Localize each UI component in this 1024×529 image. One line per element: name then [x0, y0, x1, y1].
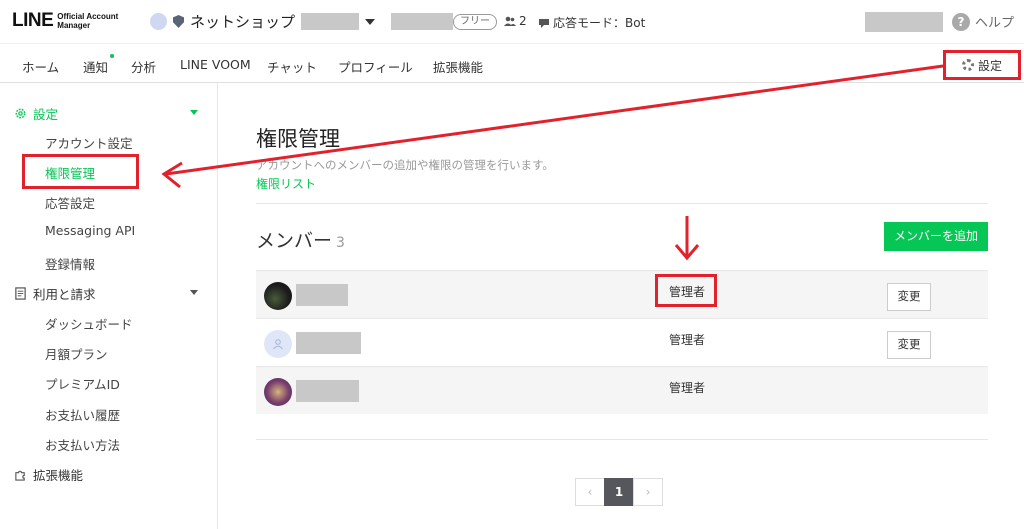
change-role-button[interactable]: 変更 [887, 331, 931, 359]
top-bar: LINE Official Account Manager ネットショップ フリ… [0, 0, 1024, 44]
user-icon [273, 339, 283, 350]
help-label: ヘルプ [975, 16, 1015, 31]
divider [256, 439, 988, 440]
change-role-button[interactable]: 変更 [887, 283, 931, 311]
redacted-account-id [391, 13, 454, 30]
nav-notifications[interactable]: 通知 [83, 54, 115, 76]
redacted-member-name [296, 284, 348, 306]
redacted-member-name [296, 332, 361, 354]
add-member-button[interactable]: メンバーを追加 [884, 222, 988, 251]
main-nav: ホーム 通知 分析 LINE VOOM チャット プロフィール 拡張機能 設定 [0, 45, 1024, 83]
table-row: 管理者 変更 [256, 318, 988, 366]
nav-extensions[interactable]: 拡張機能 [433, 57, 483, 76]
response-mode[interactable]: 応答モード：Bot [538, 14, 645, 31]
puzzle-icon [15, 470, 25, 481]
pagination-page[interactable]: 1 [604, 478, 634, 506]
gear-icon [15, 108, 26, 119]
logo-subtext: Official Account Manager [57, 12, 119, 30]
sidebar-section-settings[interactable]: 設定 [14, 104, 58, 123]
nav-home[interactable]: ホーム [22, 57, 59, 76]
chevron-down-icon[interactable] [190, 110, 198, 115]
sidebar-item-payment-history[interactable]: お支払い履歴 [45, 405, 120, 424]
plan-badge: フリー [453, 14, 497, 30]
redacted-member-name [296, 380, 359, 402]
annotation-highlight-box [655, 274, 717, 307]
response-mode-label: 応答モード：Bot [553, 16, 646, 30]
table-row: 管理者 [256, 366, 988, 414]
pagination-next[interactable]: › [633, 478, 663, 506]
nav-chat[interactable]: チャット [267, 57, 317, 76]
member-count-value: 2 [519, 14, 527, 28]
sidebar: 設定 アカウント設定 権限管理 応答設定 Messaging API 登録情報 … [0, 83, 218, 529]
sidebar-item-monthly-plan[interactable]: 月額プラン [45, 344, 108, 363]
member-role: 管理者 [669, 381, 706, 395]
account-name: ネットショップ [190, 13, 296, 31]
sidebar-section-extensions[interactable]: 拡張機能 [14, 465, 83, 484]
nav-analytics[interactable]: 分析 [131, 57, 156, 76]
line-oa-logo[interactable]: LINE Official Account Manager [12, 10, 118, 32]
sidebar-item-messaging-api[interactable]: Messaging API [45, 223, 135, 238]
pagination-prev[interactable]: ‹ [575, 478, 605, 506]
redacted-user-name [865, 12, 943, 32]
verified-shield-icon [173, 15, 184, 28]
table-row: 管理者 変更 [256, 270, 988, 318]
page-description: アカウントへのメンバーの追加や権限の管理を行います。 [256, 158, 554, 172]
gear-icon [961, 59, 974, 71]
redacted-account-name [301, 13, 360, 30]
help-link[interactable]: ? ヘルプ [952, 12, 1014, 31]
annotation-highlight-box [22, 154, 139, 189]
account-avatar [150, 13, 167, 30]
members-count: 3 [336, 235, 345, 251]
help-icon: ? [952, 12, 970, 31]
nav-profile[interactable]: プロフィール [338, 57, 413, 76]
account-switcher[interactable]: ネットショップ [150, 11, 454, 32]
nav-settings-label: 設定 [977, 58, 1002, 73]
sidebar-item-registration-info[interactable]: 登録情報 [45, 254, 95, 273]
avatar [264, 378, 292, 406]
sidebar-section-billing-label: 利用と請求 [33, 287, 96, 302]
chevron-down-icon[interactable] [190, 290, 198, 295]
pagination: ‹ 1 › [575, 478, 663, 506]
avatar [264, 282, 292, 310]
member-count[interactable]: 2 [504, 14, 527, 28]
nav-line-voom[interactable]: LINE VOOM [180, 57, 251, 72]
nav-settings[interactable]: 設定 [943, 50, 1021, 80]
avatar [264, 330, 292, 358]
document-icon [15, 287, 26, 300]
permission-list-link[interactable]: 権限リスト [256, 175, 316, 192]
chat-bubble-icon [539, 18, 549, 28]
sidebar-item-premium-id[interactable]: プレミアムID [45, 374, 120, 393]
notification-dot-icon [110, 54, 115, 58]
people-icon [504, 16, 516, 26]
main-content: 権限管理 アカウントへのメンバーの追加や権限の管理を行います。 権限リスト メン… [218, 83, 1024, 529]
sidebar-section-billing[interactable]: 利用と請求 [14, 284, 96, 303]
chevron-down-icon [365, 18, 376, 25]
page-title: 権限管理 [256, 127, 340, 151]
sidebar-section-extensions-label: 拡張機能 [33, 468, 84, 483]
members-heading: メンバー 3 [256, 230, 345, 252]
sidebar-item-payment-method[interactable]: お支払い方法 [45, 435, 120, 454]
sidebar-item-response-settings[interactable]: 応答設定 [45, 193, 95, 212]
logo-text: LINE [12, 10, 54, 31]
divider [256, 203, 988, 204]
member-role: 管理者 [669, 333, 706, 347]
sidebar-item-account-settings[interactable]: アカウント設定 [45, 133, 133, 152]
sidebar-section-settings-label: 設定 [33, 107, 59, 122]
sidebar-item-dashboard[interactable]: ダッシュボード [45, 314, 133, 333]
